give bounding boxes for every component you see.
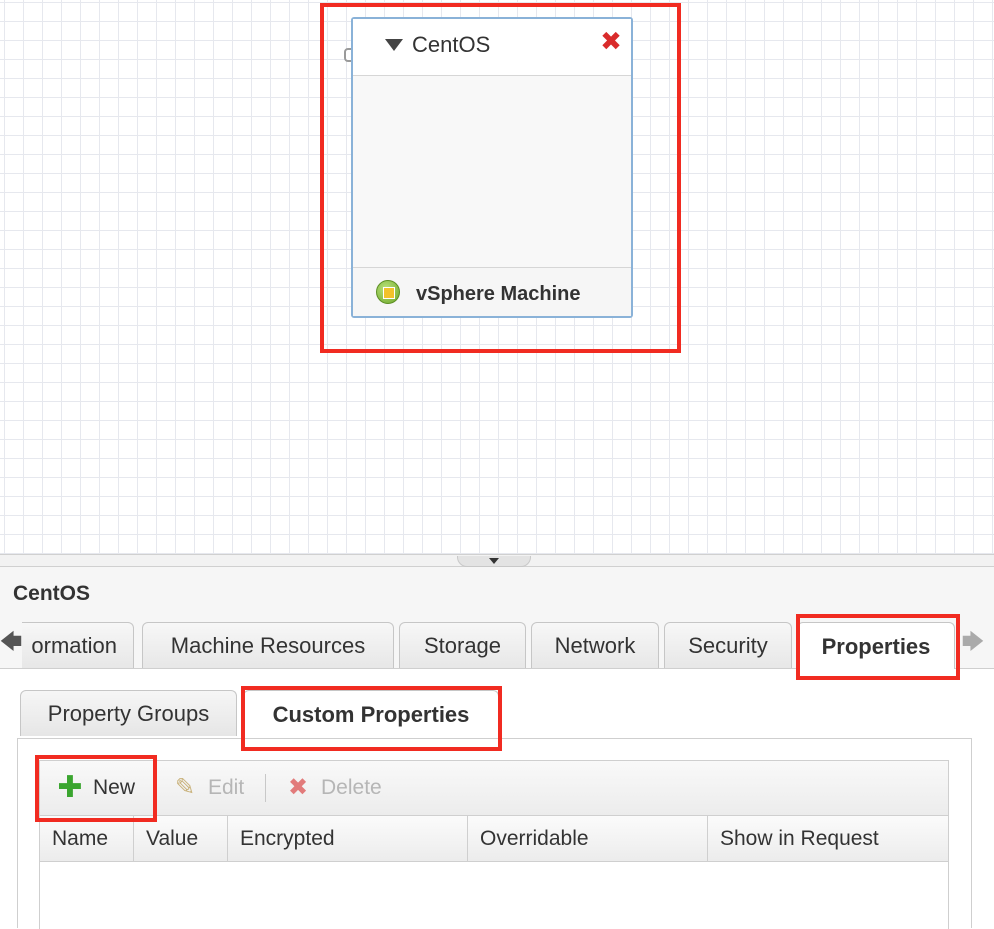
new-label: New: [93, 776, 136, 799]
details-panel: CentOS ormation 🡄 Machine Resources Stor…: [0, 567, 994, 929]
chevron-down-icon: [489, 558, 499, 564]
new-button[interactable]: ✚ New: [57, 761, 135, 815]
tab-network[interactable]: Network: [531, 622, 659, 668]
properties-grid-body[interactable]: [39, 862, 949, 929]
component-type-label: vSphere Machine: [416, 283, 581, 305]
delete-x-icon: ✖: [287, 774, 309, 801]
collapse-panel-handle[interactable]: [457, 556, 531, 567]
column-header-show-in-request[interactable]: Show in Request: [708, 816, 948, 861]
column-header-name[interactable]: Name: [40, 816, 134, 861]
toolbar-divider: [265, 774, 266, 802]
arrow-left-icon[interactable]: 🡄: [0, 629, 22, 656]
arrow-right-icon[interactable]: 🡆: [962, 629, 985, 656]
collapse-triangle-icon[interactable]: [385, 39, 403, 51]
edit-label: Edit: [208, 776, 245, 799]
details-tab-bar: ormation 🡄 Machine Resources Storage Net…: [0, 619, 994, 670]
plus-icon: ✚: [57, 771, 83, 804]
custom-properties-pane: ✚ New ✎ Edit ✖ Delete Name Value Encrypt…: [17, 738, 972, 929]
subtab-property-groups[interactable]: Property Groups: [20, 690, 237, 736]
tab-properties[interactable]: Properties: [797, 622, 955, 670]
subtab-custom-properties[interactable]: Custom Properties: [243, 690, 499, 738]
tab-machine-resources[interactable]: Machine Resources: [142, 622, 394, 668]
design-canvas[interactable]: CentOS ✖ vSphere Machine: [0, 0, 994, 554]
column-header-value[interactable]: Value: [134, 816, 228, 861]
tab-clip: ormation: [22, 619, 134, 669]
tab-storage[interactable]: Storage: [399, 622, 526, 668]
custom-properties-toolbar: ✚ New ✎ Edit ✖ Delete: [39, 760, 949, 816]
tab-security[interactable]: Security: [664, 622, 792, 668]
node-title: CentOS: [412, 32, 491, 57]
edit-button[interactable]: ✎ Edit: [172, 761, 244, 815]
pencil-icon: ✎: [174, 774, 196, 801]
centos-component-node[interactable]: CentOS ✖ vSphere Machine: [351, 17, 633, 318]
panel-splitter[interactable]: [0, 554, 994, 567]
vsphere-machine-icon: [376, 280, 400, 304]
delete-button[interactable]: ✖ Delete: [285, 761, 382, 815]
node-body: [353, 76, 631, 269]
delete-label: Delete: [321, 776, 382, 799]
column-header-encrypted[interactable]: Encrypted: [228, 816, 468, 861]
node-header[interactable]: CentOS ✖: [353, 19, 631, 76]
properties-grid-header: Name Value Encrypted Overridable Show in…: [39, 816, 949, 862]
properties-tab-content: Property Groups Custom Properties ✚ New …: [0, 669, 994, 929]
tab-build-information[interactable]: ormation: [22, 622, 134, 668]
column-header-overridable[interactable]: Overridable: [468, 816, 708, 861]
panel-title: CentOS: [13, 582, 91, 605]
node-footer: vSphere Machine: [353, 267, 631, 316]
close-icon[interactable]: ✖: [599, 28, 623, 54]
